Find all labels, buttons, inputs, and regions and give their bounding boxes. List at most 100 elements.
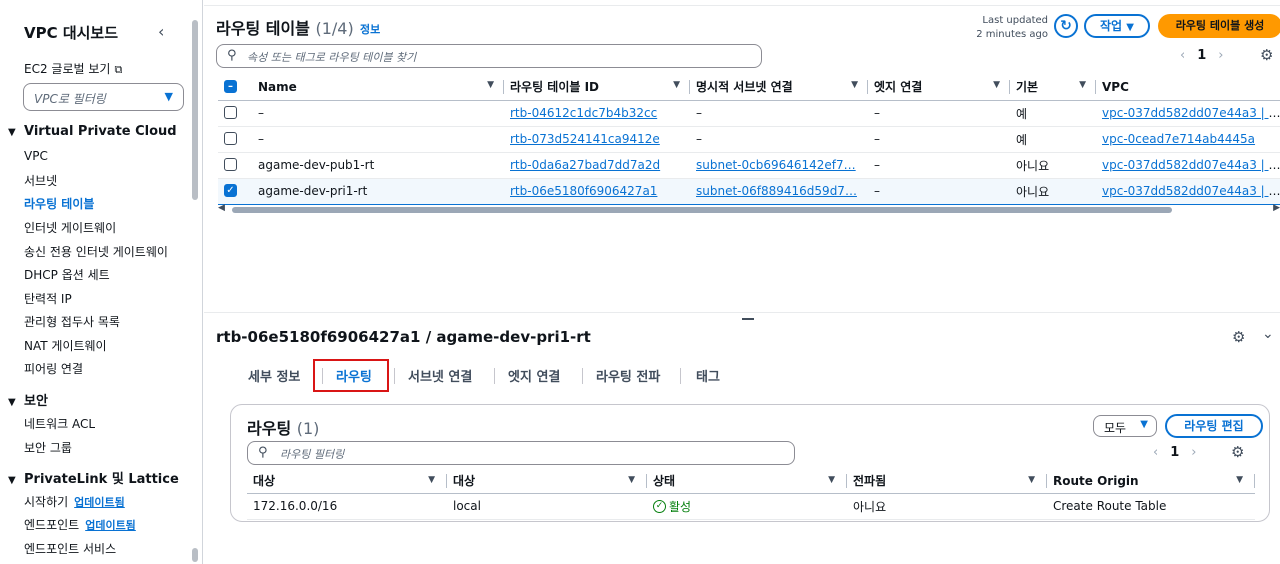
table-row[interactable]: agame-dev-pub1-rt rtb-0da6a27bad7dd7a2d … [218, 152, 1280, 179]
table-horizontal-scrollbar[interactable]: ◀ ▶ [218, 203, 1280, 214]
section-security[interactable]: ▼ 보안 [8, 390, 48, 409]
sidebar-item-endpoint-services[interactable]: 엔드포인트 서비스 [24, 540, 116, 557]
route-filter-dropdown[interactable]: 모두 ▼ [1093, 415, 1157, 437]
split-panel-settings-gear-icon[interactable]: ⚙ [1232, 328, 1245, 346]
route-table-id-link[interactable]: rtb-073d524141ca9412e [510, 132, 660, 146]
sidebar-item-internet-gateways[interactable]: 인터넷 게이트웨이 [24, 219, 116, 236]
sidebar-item-prefix-lists[interactable]: 관리형 접두사 목록 [24, 313, 120, 330]
sidebar-item-nat-gateways[interactable]: NAT 게이트웨이 [24, 337, 107, 354]
sidebar-title[interactable]: VPC 대시보드 [24, 22, 118, 43]
tab-details[interactable]: 세부 정보 [248, 366, 300, 385]
section-privatelink[interactable]: ▼ PrivateLink 및 Lattice [8, 468, 179, 487]
main-content: 라우팅 테이블 (1/4) 정보 Last updated 2 minutes a… [204, 0, 1280, 564]
scroll-left-icon[interactable]: ◀ [218, 203, 225, 213]
col-header-route-table-id[interactable]: 라우팅 테이블 ID ▼ [504, 74, 690, 101]
col-header-name[interactable]: Name ▼ [252, 74, 504, 101]
col-header-route-origin[interactable]: Route Origin ▼ [1047, 469, 1255, 494]
info-link[interactable]: 정보 [360, 21, 380, 37]
routes-settings-gear-icon[interactable]: ⚙ [1231, 443, 1244, 461]
col-target-label: 대상 [453, 474, 476, 489]
sidebar-item-vpc[interactable]: VPC [24, 149, 48, 163]
column-divider[interactable] [1254, 474, 1255, 488]
route-table-search-input[interactable]: ⚲ 속성 또는 태그로 라우팅 테이블 찾기 [216, 44, 762, 68]
vpc-link[interactable]: vpc-037dd582dd07e44a3 | aga [1102, 158, 1280, 172]
split-panel-resize-handle[interactable] [742, 318, 754, 320]
cell-name: – [252, 126, 504, 153]
collapse-sidebar-icon[interactable]: ‹ [158, 22, 164, 41]
prev-page-icon[interactable]: ‹ [1153, 445, 1158, 460]
route-table-id-link[interactable]: rtb-0da6a27bad7dd7a2d [510, 158, 660, 172]
page-title-text: 라우팅 테이블 [216, 19, 310, 38]
vpc-filter-select[interactable]: VPC로 필터링 ▼ [23, 83, 184, 111]
route-filter-input[interactable]: ⚲ 라우팅 필터링 [247, 441, 795, 465]
current-page[interactable]: 1 [1170, 445, 1179, 460]
col-header-propagated[interactable]: 전파됨 ▼ [847, 469, 1047, 494]
cell-subnet: subnet-0cb69646142ef7… [690, 152, 868, 179]
table-row-selected[interactable]: ✓ agame-dev-pri1-rt rtb-06e5180f6906427a… [218, 177, 1280, 205]
tab-tags[interactable]: 태그 [696, 366, 720, 385]
next-page-icon[interactable]: › [1191, 445, 1196, 460]
row-select-cell[interactable]: ✓ [218, 177, 252, 205]
edit-routes-button[interactable]: 라우팅 편집 [1165, 414, 1263, 438]
cell-name: agame-dev-pri1-rt [252, 177, 504, 205]
row-checkbox[interactable] [224, 158, 237, 171]
table-settings-gear-icon[interactable]: ⚙ [1260, 46, 1273, 64]
row-checkbox[interactable] [224, 106, 237, 119]
route-table-id-link[interactable]: rtb-04612c1dc7b4b32cc [510, 106, 657, 120]
section-virtual-private-cloud[interactable]: ▼ Virtual Private Cloud [8, 124, 177, 139]
row-checkbox[interactable] [224, 132, 237, 145]
sidebar-item-route-tables[interactable]: 라우팅 테이블 [24, 195, 94, 212]
scrollbar-thumb[interactable] [232, 207, 1172, 213]
select-all-checkbox[interactable]: – [224, 79, 237, 93]
sidebar-item-subnets[interactable]: 서브넷 [24, 172, 57, 189]
col-header-vpc[interactable]: VPC [1096, 74, 1280, 101]
row-checkbox-checked[interactable]: ✓ [224, 184, 237, 197]
vpc-link[interactable]: vpc-0cead7e714ab4445a [1102, 132, 1255, 146]
sidebar-item-elastic-ip[interactable]: 탄력적 IP [24, 290, 72, 307]
sidebar-item-network-acl[interactable]: 네트워크 ACL [24, 415, 95, 432]
col-header-explicit-subnet[interactable]: 명시적 서브넷 연결 ▼ [690, 74, 868, 101]
col-header-status[interactable]: 상태 ▼ [647, 469, 847, 494]
sidebar-item-endpoints[interactable]: 엔드포인트 업데이트됨 [24, 516, 136, 533]
create-route-table-button[interactable]: 라우팅 테이블 생성 [1158, 14, 1280, 38]
collapse-panel-chevron-icon[interactable]: ⌄ [1262, 326, 1274, 342]
sidebar-item-peering[interactable]: 피어링 연결 [24, 360, 83, 377]
sidebar-item-security-groups[interactable]: 보안 그룹 [24, 439, 72, 456]
row-select-cell[interactable] [218, 100, 252, 127]
cell-propagated: 아니요 [847, 493, 1047, 520]
route-table-id-link[interactable]: rtb-06e5180f6906427a1 [510, 184, 657, 198]
col-header-target[interactable]: 대상 ▼ [447, 469, 647, 494]
ec2-global-view-link[interactable]: EC2 글로벌 보기 ⧉ [24, 60, 122, 77]
sidebar-scrollbar-bottom[interactable] [192, 548, 198, 562]
scroll-right-icon[interactable]: ▶ [1273, 203, 1280, 213]
table-row[interactable]: – rtb-04612c1dc7b4b32cc – – 예 vpc-037dd5… [218, 100, 1280, 127]
route-filter-placeholder: 라우팅 필터링 [280, 448, 345, 461]
search-icon: ⚲ [227, 48, 237, 63]
tab-route-propagation[interactable]: 라우팅 전파 [596, 366, 660, 385]
select-all-cell[interactable]: – [218, 74, 252, 101]
col-header-edge[interactable]: 엣지 연결 ▼ [868, 74, 1010, 101]
sort-icon: ▼ [673, 80, 680, 90]
subnet-link[interactable]: subnet-06f889416d59d7… [696, 184, 857, 198]
tab-subnet-associations[interactable]: 서브넷 연결 [408, 366, 472, 385]
sidebar-item-getting-started[interactable]: 시작하기 업데이트됨 [24, 493, 125, 510]
current-page[interactable]: 1 [1197, 48, 1206, 63]
sidebar-item-dhcp-options[interactable]: DHCP 옵션 세트 [24, 266, 110, 283]
row-select-cell[interactable] [218, 152, 252, 179]
vpc-link[interactable]: vpc-037dd582dd07e44a3 | aga [1102, 184, 1280, 198]
col-subnet-label: 명시적 서브넷 연결 [696, 80, 793, 95]
next-page-icon[interactable]: › [1218, 48, 1223, 63]
col-header-main[interactable]: 기본 ▼ [1010, 74, 1096, 101]
sidebar-scrollbar[interactable] [192, 20, 198, 200]
vpc-link[interactable]: vpc-037dd582dd07e44a3 | aga [1102, 106, 1280, 120]
refresh-button[interactable]: ↻ [1054, 14, 1078, 38]
tab-edge-associations[interactable]: 엣지 연결 [508, 366, 560, 385]
table-row[interactable]: – rtb-073d524141ca9412e – – 예 vpc-0cead7… [218, 126, 1280, 153]
row-select-cell[interactable] [218, 126, 252, 153]
sort-icon: ▼ [1028, 475, 1035, 485]
subnet-link[interactable]: subnet-0cb69646142ef7… [696, 158, 856, 172]
col-header-destination[interactable]: 대상 ▼ [247, 469, 447, 494]
prev-page-icon[interactable]: ‹ [1180, 48, 1185, 63]
actions-button[interactable]: 작업 ▼ [1084, 14, 1150, 38]
sidebar-item-egress-only-igw[interactable]: 송신 전용 인터넷 게이트웨이 [24, 243, 168, 260]
